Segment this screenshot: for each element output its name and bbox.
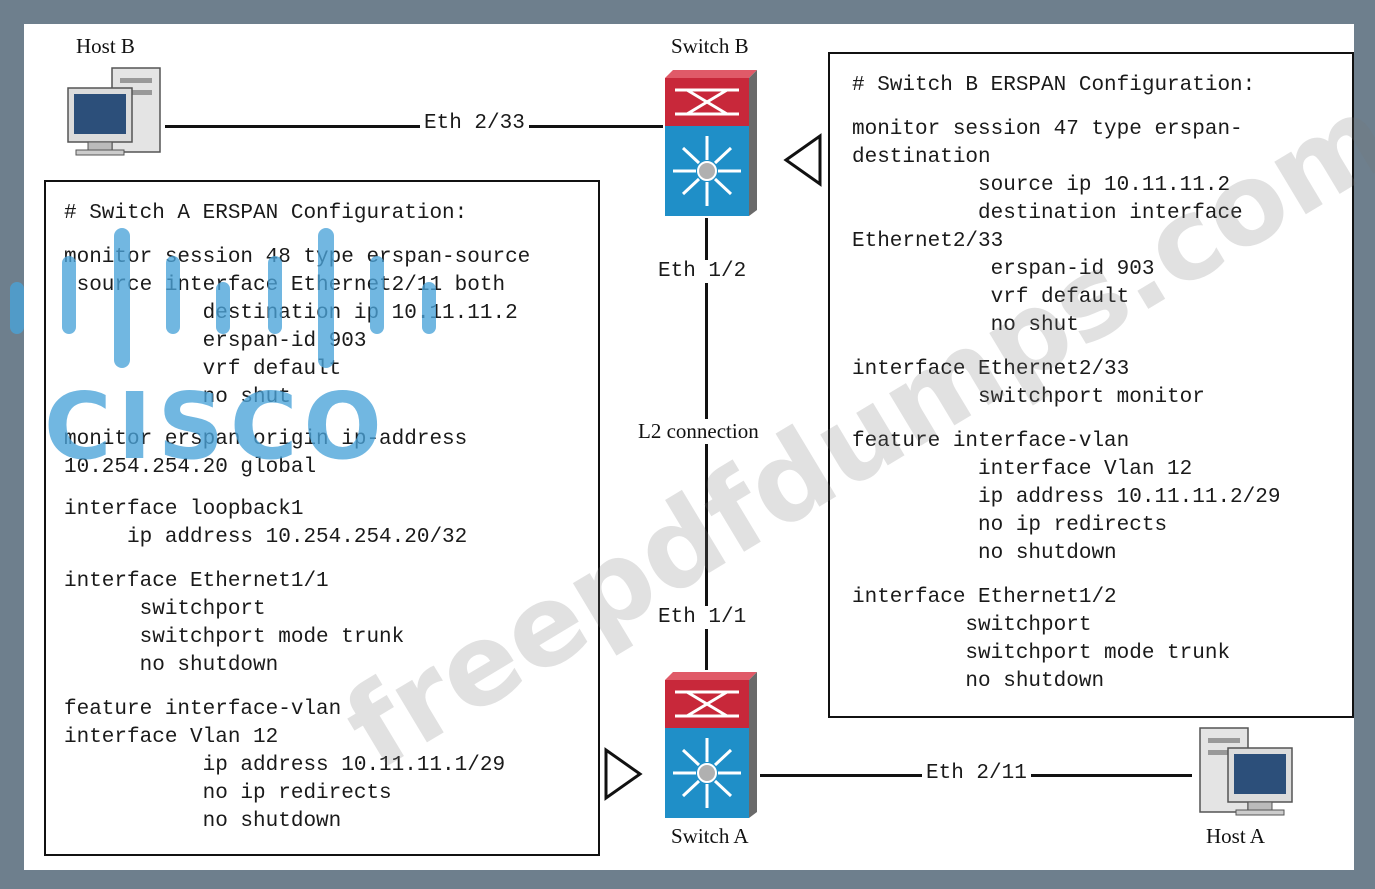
switch-a-icon xyxy=(665,672,757,818)
config-line: feature interface-vlan xyxy=(64,698,342,721)
config-line: switchport xyxy=(64,598,266,621)
config-line: interface loopback1 xyxy=(64,498,304,521)
config-line: switchport monitor xyxy=(852,386,1205,409)
config-line: erspan-id 903 xyxy=(852,258,1155,281)
host-a-label: Host A xyxy=(1206,824,1265,848)
config-line: no ip redirects xyxy=(64,782,392,805)
config-line: source ip 10.11.11.2 xyxy=(852,174,1231,197)
config-line: interface Vlan 12 xyxy=(852,458,1193,481)
arrow-left-icon xyxy=(783,133,822,187)
config-line: monitor session 47 type erspan- xyxy=(852,118,1243,141)
config-line: Ethernet2/33 xyxy=(852,230,1004,253)
switch-b-label: Switch B xyxy=(671,34,749,58)
switch-a-label: Switch A xyxy=(671,824,749,848)
arrow-right-icon xyxy=(604,747,643,801)
config-line: destination xyxy=(852,146,991,169)
config-line: interface Ethernet2/33 xyxy=(852,358,1130,381)
switch-b-icon xyxy=(665,70,757,216)
port-label-eth-2-33: Eth 2/33 xyxy=(420,112,529,135)
cisco-logo-text: CISCO xyxy=(44,373,388,470)
cisco-logo-watermark: CISCO xyxy=(10,228,436,470)
config-line: ip address 10.11.11.2/29 xyxy=(852,486,1281,509)
config-line: no shutdown xyxy=(852,670,1105,693)
config-line: no ip redirects xyxy=(852,514,1168,537)
config-line: switchport mode trunk xyxy=(852,642,1231,665)
config-line: vrf default xyxy=(852,286,1130,309)
config-line: switchport mode trunk xyxy=(64,626,405,649)
diagram-canvas: Host B Eth 2/33 Switch B Eth 1/2 L2 conn… xyxy=(10,24,1375,870)
config-line: feature interface-vlan xyxy=(852,430,1130,453)
host-a-computer-icon xyxy=(1199,727,1293,816)
config-line: interface Ethernet1/2 xyxy=(852,586,1117,609)
switch-b-config-box: # Switch B ERSPAN Configuration: monitor… xyxy=(828,52,1354,718)
config-line: interface Vlan 12 xyxy=(64,726,279,749)
config-line: ip address 10.254.254.20/32 xyxy=(64,526,468,549)
port-label-eth-1-1: Eth 1/1 xyxy=(654,606,751,629)
port-label-eth-2-11: Eth 2/11 xyxy=(922,762,1031,785)
config-line: interface Ethernet1/1 xyxy=(64,570,329,593)
config-line: no shut xyxy=(852,314,1079,337)
config-line: destination interface xyxy=(852,202,1243,225)
config-line: no shutdown xyxy=(852,542,1117,565)
switch-b-config-title: # Switch B ERSPAN Configuration: xyxy=(852,74,1256,97)
config-line: ip address 10.11.11.1/29 xyxy=(64,754,506,777)
config-line: switchport xyxy=(852,614,1092,637)
l2-connection-label: L2 connection xyxy=(634,419,763,444)
host-b-computer-icon xyxy=(67,67,161,156)
config-line: no shutdown xyxy=(64,654,279,677)
host-b-label: Host B xyxy=(76,34,135,58)
port-label-eth-1-2: Eth 1/2 xyxy=(654,260,751,283)
link-hostb-switchb xyxy=(165,125,663,128)
link-switchb-switcha xyxy=(705,218,708,670)
config-line: no shutdown xyxy=(64,810,342,833)
